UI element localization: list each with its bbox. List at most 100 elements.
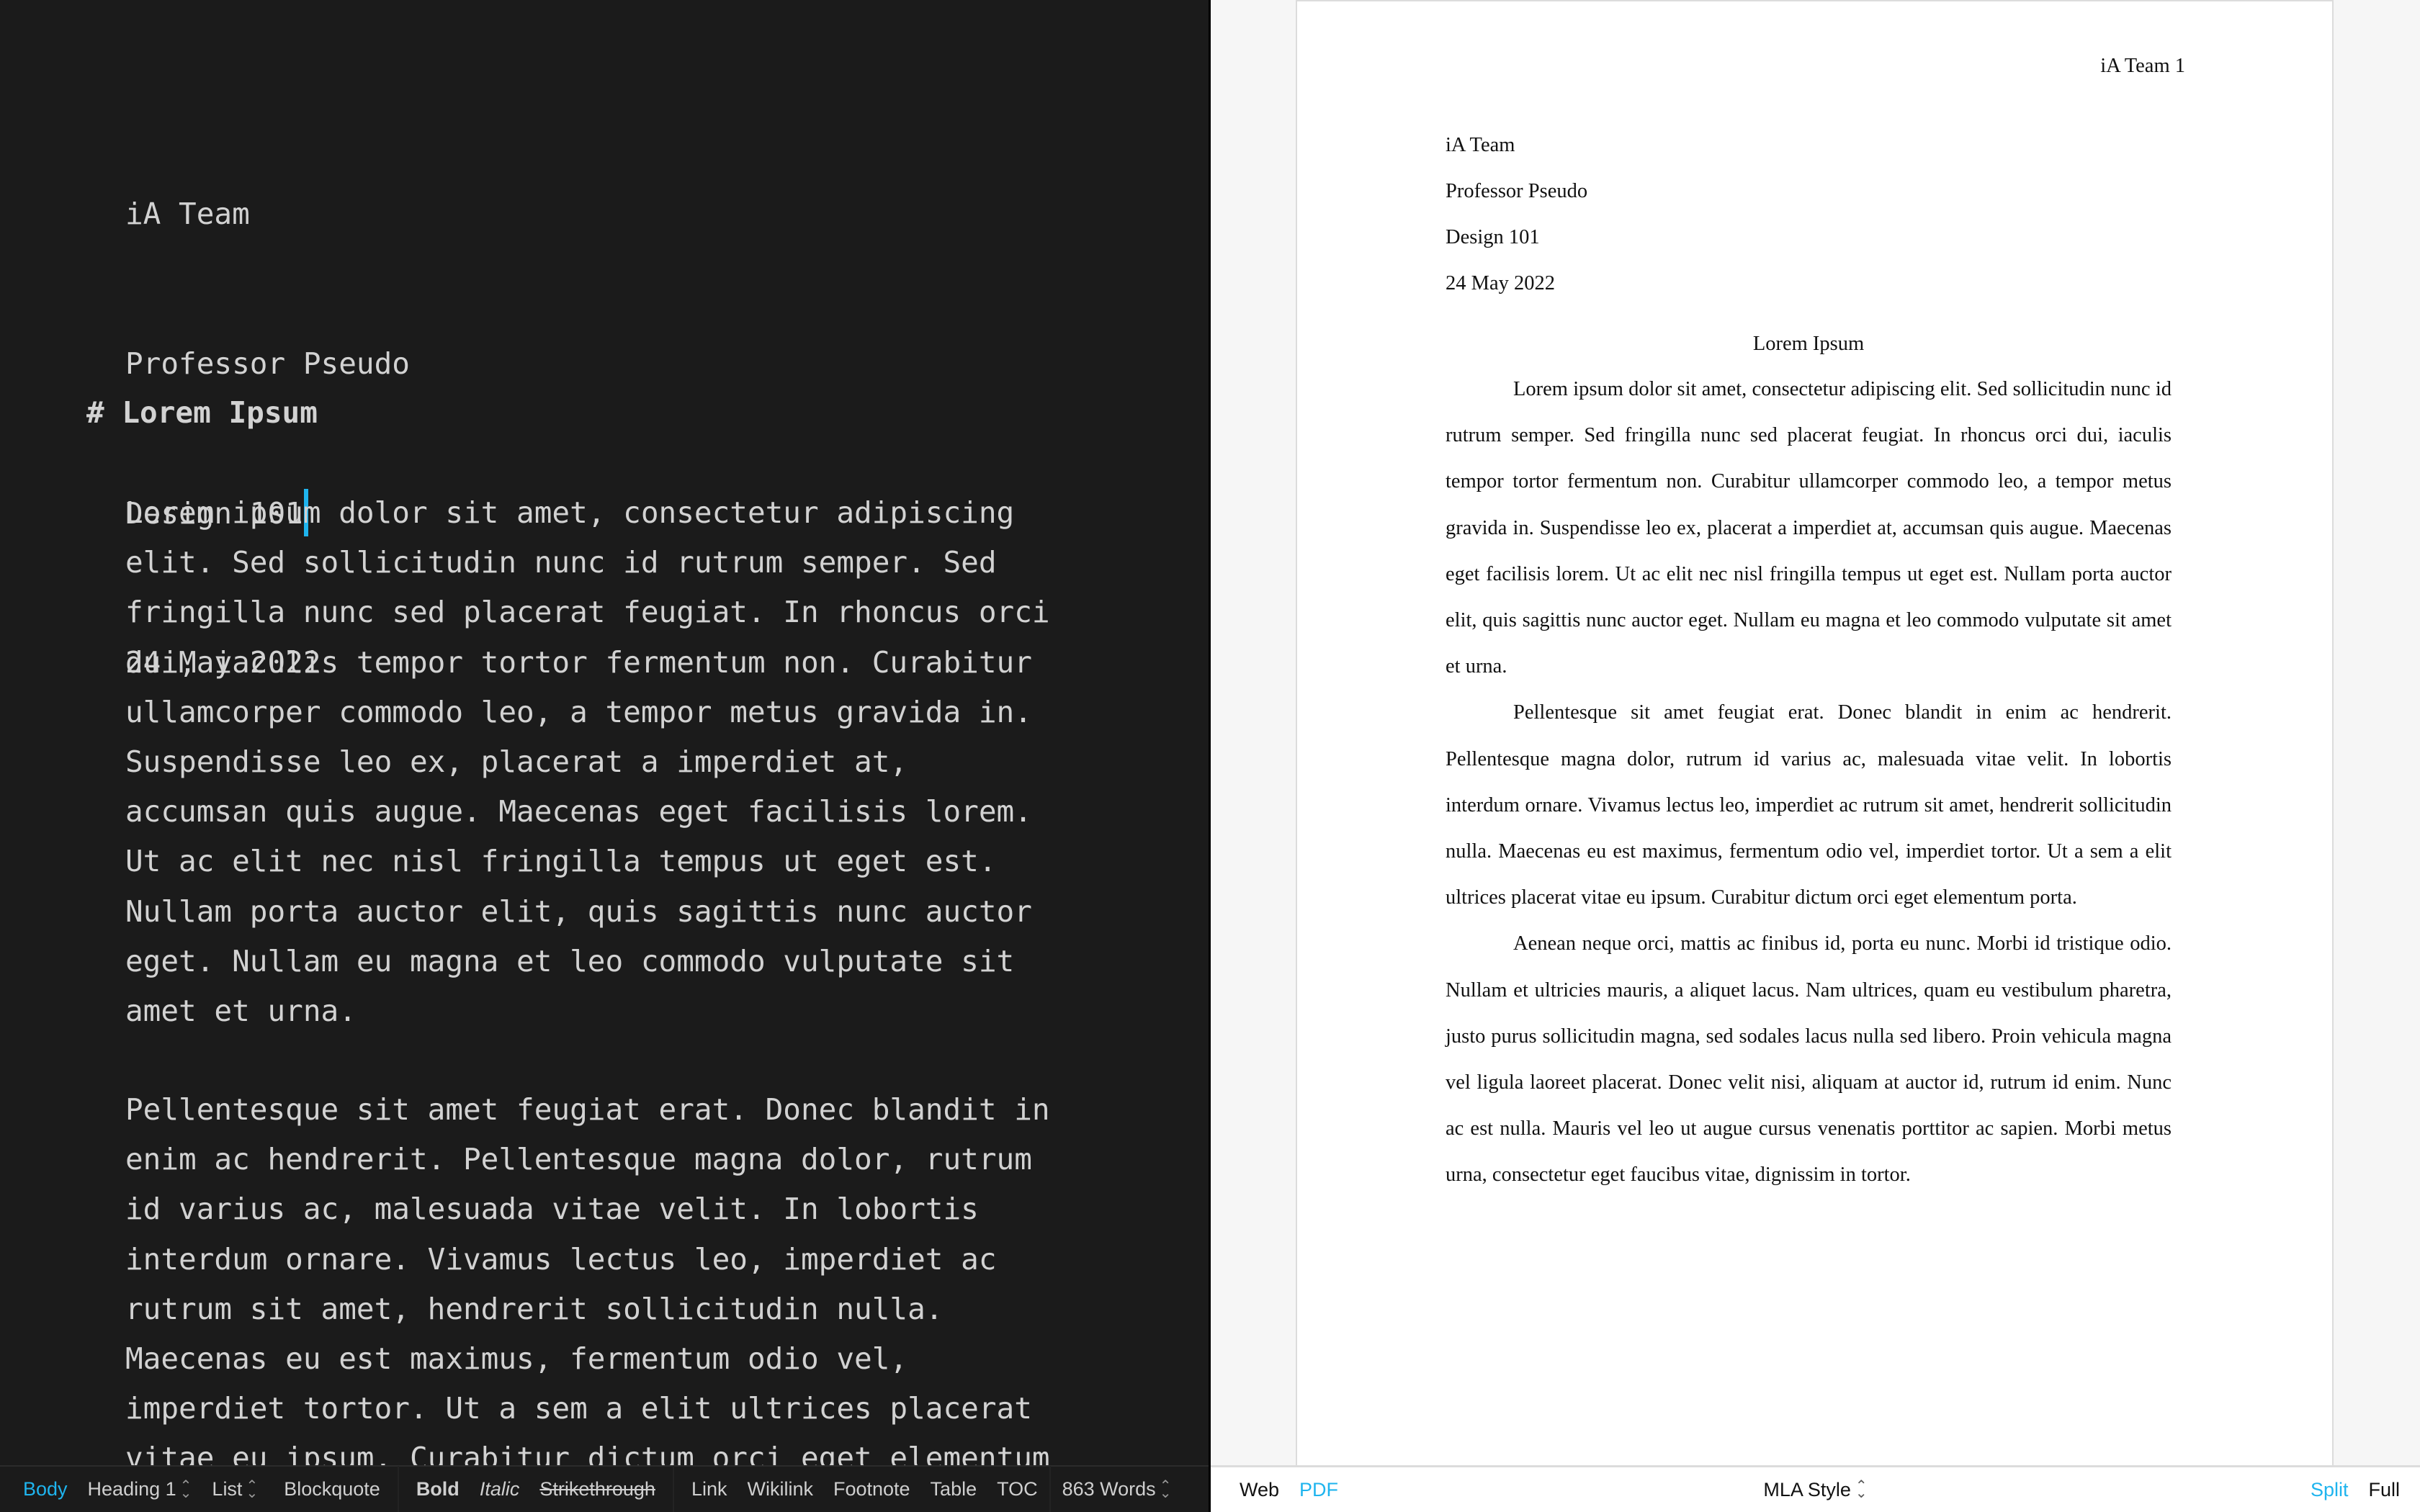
- markdown-editor[interactable]: iA Team Professor Pseudo Design 101 24 M…: [0, 0, 1209, 1467]
- list-dropdown[interactable]: List ⌃ ⌄: [202, 1478, 268, 1500]
- editor-line[interactable]: dui, iaculis tempor tortor fermentum non…: [125, 638, 1090, 688]
- editor-paragraph[interactable]: Pellentesque sit amet feugiat erat. Done…: [125, 1085, 1090, 1467]
- editor-line[interactable]: fringilla nunc sed placerat feugiat. In …: [125, 588, 1090, 637]
- strikethrough-button[interactable]: Strikethrough: [529, 1478, 666, 1500]
- toc-button[interactable]: TOC: [987, 1478, 1048, 1500]
- pdf-page: iA Team 1 iA Team Professor Pseudo Desig…: [1296, 0, 2334, 1467]
- link-label: Link: [691, 1478, 727, 1500]
- formatting-toolbar: Body Heading 1 ⌃ ⌄ List ⌃ ⌄ Blockquote Bold …: [0, 1465, 1209, 1512]
- preview-pane: iA Team 1 iA Team Professor Pseudo Desig…: [1211, 0, 2420, 1467]
- preview-meta-line: Professor Pseudo: [1446, 180, 1588, 202]
- preview-paragraph: Pellentesque sit amet feugiat erat. Done…: [1446, 701, 2172, 909]
- editor-line-text: vitae eu ipsum. Curabitur dictum orci eg…: [125, 1441, 1050, 1467]
- toc-label: TOC: [997, 1478, 1038, 1500]
- editor-paragraph[interactable]: Lorem ipsum dolor sit amet, consectetur …: [125, 488, 1090, 1036]
- wikilink-label: Wikilink: [747, 1478, 813, 1500]
- editor-line[interactable]: imperdiet tortor. Ut a sem a elit ultric…: [125, 1384, 1090, 1434]
- editor-line-text: eget. Nullam eu magna et leo commodo vul…: [125, 943, 1015, 978]
- italic-label: Italic: [479, 1478, 520, 1500]
- editor-line[interactable]: Ut ac elit nec nisl fringilla tempus ut …: [125, 837, 1090, 886]
- editor-line[interactable]: Suspendisse leo ex, placerat a imperdiet…: [125, 737, 1090, 787]
- preview-paragraph: Aenean neque orci, mattis ac finibus id,…: [1446, 932, 2172, 1187]
- toolbar-separator: [1049, 1466, 1051, 1512]
- preview-toolbar: Web PDF MLA Style ⌃ ⌄ Split Full: [1211, 1465, 2420, 1512]
- table-button[interactable]: Table: [920, 1478, 987, 1500]
- preview-body: Lorem ipsum dolor sit amet, consectetur …: [1446, 366, 2172, 1199]
- footnote-button[interactable]: Footnote: [823, 1478, 920, 1500]
- word-count-label: 863 Words: [1062, 1478, 1156, 1500]
- editor-line[interactable]: Maecenas eu est maximus, fermentum odio …: [125, 1334, 1090, 1384]
- editor-line-text: imperdiet tortor. Ut a sem a elit ultric…: [125, 1391, 1032, 1426]
- footnote-label: Footnote: [833, 1478, 910, 1500]
- editor-line-text: enim ac hendrerit. Pellentesque magna do…: [125, 1142, 1032, 1177]
- editor-line-text: interdum ornare. Vivamus lectus leo, imp…: [125, 1241, 997, 1277]
- editor-line-text: elit. Sed sollicitudin nunc id rutrum se…: [125, 545, 997, 580]
- preview-title: Lorem Ipsum: [1752, 333, 1865, 355]
- editor-line-text: Lorem ipsum dolor sit amet, consectetur …: [125, 495, 1015, 530]
- preview-meta-line: 24 May 2022: [1446, 272, 1555, 294]
- heading-label: Heading 1: [87, 1478, 176, 1500]
- editor-line-text: Nullam porta auctor elit, quis sagittis …: [125, 894, 1032, 929]
- list-label: List: [212, 1478, 243, 1500]
- editor-line[interactable]: enim ac hendrerit. Pellentesque magna do…: [125, 1135, 1090, 1184]
- editor-line-text: amet et urna.: [125, 993, 357, 1028]
- strikethrough-label: Strikethrough: [539, 1478, 655, 1500]
- editor-line[interactable]: iA Team: [125, 189, 1090, 239]
- editor-line-text: ullamcorper commodo leo, a tempor metus …: [125, 694, 1032, 729]
- word-count-dropdown[interactable]: 863 Words ⌃ ⌄: [1052, 1478, 1182, 1500]
- toolbar-separator: [672, 1466, 674, 1512]
- editor-line[interactable]: ullamcorper commodo leo, a tempor metus …: [125, 688, 1090, 737]
- preview-meta-line: Design 101: [1446, 226, 1540, 248]
- style-label: MLA Style: [1763, 1478, 1851, 1500]
- bold-label: Bold: [416, 1478, 460, 1500]
- heading-text: Lorem Ipsum: [122, 395, 318, 430]
- chevron-updown-icon: ⌃ ⌄: [1855, 1478, 1868, 1501]
- editor-line-text: id varius ac, malesuada vitae velit. In …: [125, 1192, 979, 1227]
- editor-line-text: fringilla nunc sed placerat feugiat. In …: [125, 595, 1050, 630]
- editor-line[interactable]: Lorem ipsum dolor sit amet, consectetur …: [125, 488, 1090, 538]
- full-view-button[interactable]: Full: [2358, 1479, 2410, 1501]
- chevron-updown-icon: ⌃ ⌄: [1159, 1477, 1172, 1501]
- editor-line-text: Ut ac elit nec nisl fringilla tempus ut …: [125, 844, 997, 879]
- split-view-button[interactable]: Split: [2300, 1479, 2359, 1501]
- preview-meta-block: iA Team Professor Pseudo Design 101 24 M…: [1446, 122, 1587, 307]
- italic-button[interactable]: Italic: [470, 1478, 530, 1500]
- editor-line-text: Maecenas eu est maximus, fermentum odio …: [125, 1341, 908, 1376]
- bold-button[interactable]: Bold: [406, 1478, 470, 1500]
- editor-line[interactable]: Pellentesque sit amet feugiat erat. Done…: [125, 1085, 1090, 1135]
- template-style-dropdown[interactable]: MLA Style ⌃ ⌄: [1753, 1479, 1877, 1501]
- chevron-updown-icon: ⌃ ⌄: [179, 1477, 192, 1501]
- heading-dropdown[interactable]: Heading 1 ⌃ ⌄: [78, 1478, 202, 1500]
- editor-heading[interactable]: # Lorem Ipsum: [86, 388, 318, 438]
- editor-line[interactable]: id varius ac, malesuada vitae velit. In …: [125, 1184, 1090, 1234]
- table-label: Table: [930, 1478, 977, 1500]
- editor-line-text: accumsan quis augue. Maecenas eget facil…: [125, 794, 1032, 829]
- editor-line[interactable]: vitae eu ipsum. Curabitur dictum orci eg…: [125, 1434, 1090, 1467]
- editor-line[interactable]: accumsan quis augue. Maecenas eget facil…: [125, 787, 1090, 837]
- chevron-updown-icon: ⌃ ⌄: [246, 1477, 259, 1501]
- toolbar-separator: [397, 1466, 399, 1512]
- preview-paragraph: Lorem ipsum dolor sit amet, consectetur …: [1446, 378, 2172, 678]
- preview-meta-line: iA Team: [1446, 134, 1515, 156]
- editor-line[interactable]: Professor Pseudo: [125, 339, 1090, 389]
- editor-line[interactable]: rutrum sit amet, hendrerit sollicitudin …: [125, 1284, 1090, 1334]
- editor-line-text: iA Team: [125, 197, 250, 232]
- editor-line-text: rutrum sit amet, hendrerit sollicitudin …: [125, 1291, 944, 1326]
- body-style-button[interactable]: Body: [13, 1478, 78, 1500]
- editor-line-text: dui, iaculis tempor tortor fermentum non…: [125, 644, 1032, 680]
- editor-line-text: Suspendisse leo ex, placerat a imperdiet…: [125, 744, 908, 779]
- running-header: iA Team 1: [2100, 55, 2185, 77]
- editor-line[interactable]: Nullam porta auctor elit, quis sagittis …: [125, 887, 1090, 937]
- editor-line[interactable]: eget. Nullam eu magna et leo commodo vul…: [125, 937, 1090, 986]
- blockquote-button[interactable]: Blockquote: [268, 1478, 390, 1500]
- heading-marker: #: [86, 395, 104, 430]
- blockquote-label: Blockquote: [284, 1478, 380, 1500]
- editor-line[interactable]: amet et urna.: [125, 986, 1090, 1036]
- full-label: Full: [2368, 1478, 2400, 1500]
- editor-line[interactable]: elit. Sed sollicitudin nunc id rutrum se…: [125, 538, 1090, 588]
- editor-line-text: Pellentesque sit amet feugiat erat. Done…: [125, 1092, 1050, 1127]
- editor-line[interactable]: interdum ornare. Vivamus lectus leo, imp…: [125, 1235, 1090, 1284]
- link-button[interactable]: Link: [681, 1478, 738, 1500]
- split-label: Split: [2310, 1478, 2349, 1500]
- wikilink-button[interactable]: Wikilink: [737, 1478, 823, 1500]
